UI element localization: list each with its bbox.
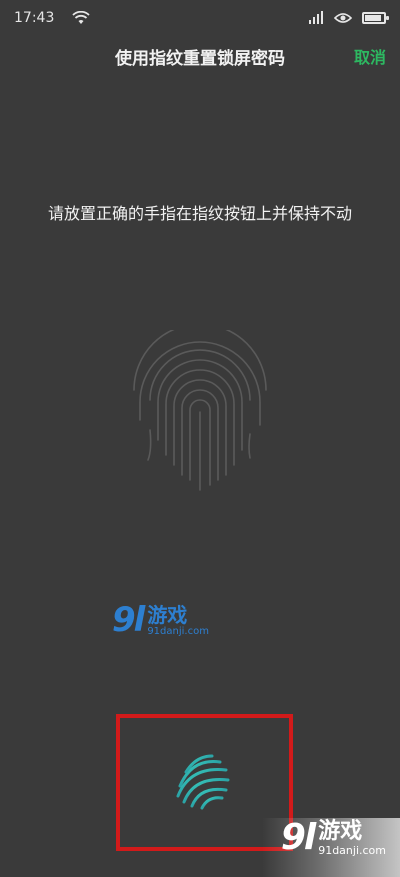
watermark-bottom: 9l 游戏 91danji.com [280, 817, 386, 858]
header: 使用指纹重置锁屏密码 取消 [0, 36, 400, 76]
watermark-bottom-logo: 9l [280, 817, 316, 858]
status-bar: 17:43 [0, 0, 400, 36]
fingerprint-icon [133, 330, 267, 491]
status-left: 17:43 [14, 10, 90, 26]
wifi-icon [72, 11, 90, 24]
watermark-name: 游戏 [147, 603, 188, 627]
watermark-bottom-url: 91danji.com [318, 844, 386, 857]
watermark: 9l 游戏 91danji.com [112, 603, 209, 637]
status-time: 17:43 [14, 10, 55, 26]
fingerprint-sensor-icon[interactable] [170, 748, 234, 812]
page-title: 使用指纹重置锁屏密码 [115, 49, 285, 69]
instruction-text: 请放置正确的手指在指纹按钮上并保持不动 [47, 204, 352, 223]
signal-icon [309, 11, 323, 24]
watermark-text: 游戏 91danji.com [147, 605, 209, 637]
battery-icon [362, 12, 389, 24]
watermark-bottom-name: 游戏 [318, 819, 363, 844]
watermark-logo: 9l [112, 600, 145, 640]
eye-icon [334, 13, 352, 23]
watermark-url: 91danji.com [147, 626, 209, 637]
watermark-bottom-text: 游戏 91danji.com [318, 819, 386, 857]
status-right [308, 11, 389, 25]
cancel-button[interactable]: 取消 [354, 44, 386, 68]
